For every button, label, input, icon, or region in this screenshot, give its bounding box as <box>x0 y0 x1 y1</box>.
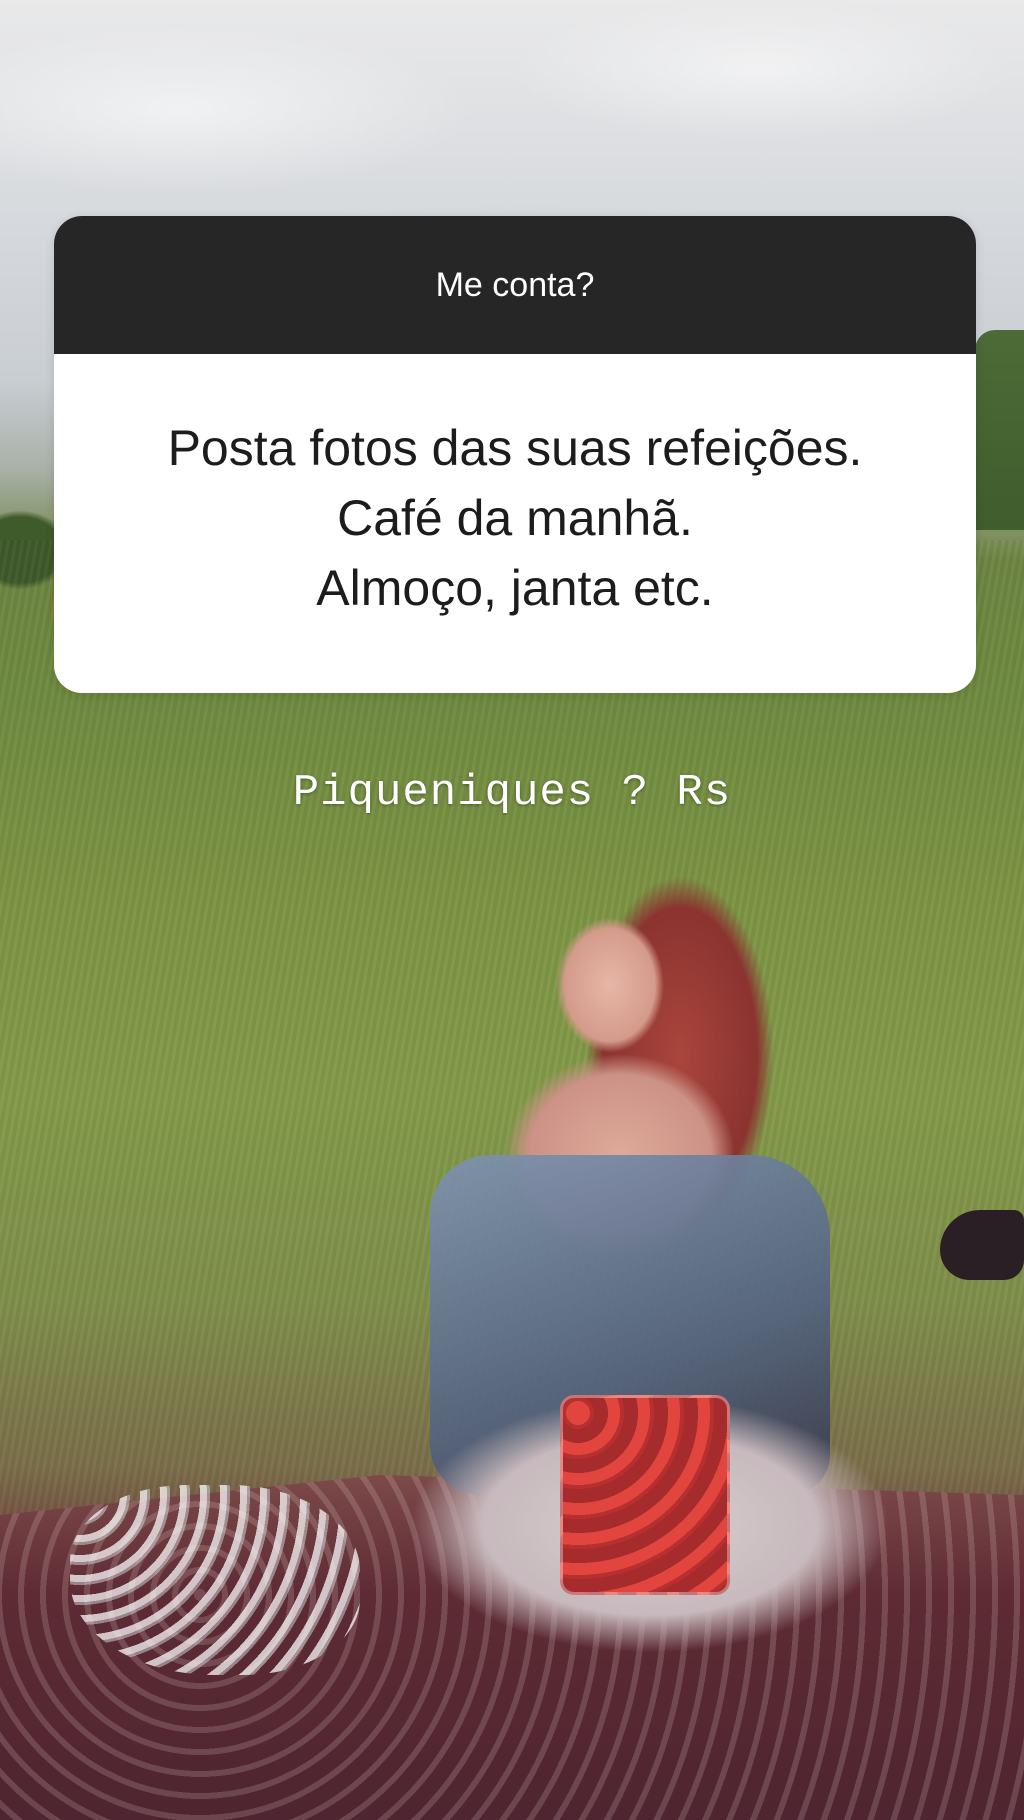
person-sitting <box>370 855 970 1685</box>
beaded-bag <box>70 1485 360 1675</box>
tomato-container <box>560 1395 730 1595</box>
answer-line: Café da manhã. <box>337 489 693 546</box>
person-face <box>550 910 670 1060</box>
trees-right <box>975 330 1024 530</box>
question-sticker[interactable]: Me conta? Posta fotos das suas refeições… <box>54 216 976 693</box>
question-sticker-answer: Posta fotos das suas refeições. Café da … <box>54 354 976 693</box>
answer-line: Almoço, janta etc. <box>316 559 714 616</box>
question-sticker-title: Me conta? <box>435 265 595 304</box>
story-caption: Piqueniques ? Rs <box>292 768 732 818</box>
question-sticker-header: Me conta? <box>54 216 976 354</box>
answer-line: Posta fotos das suas refeições. <box>167 419 863 476</box>
